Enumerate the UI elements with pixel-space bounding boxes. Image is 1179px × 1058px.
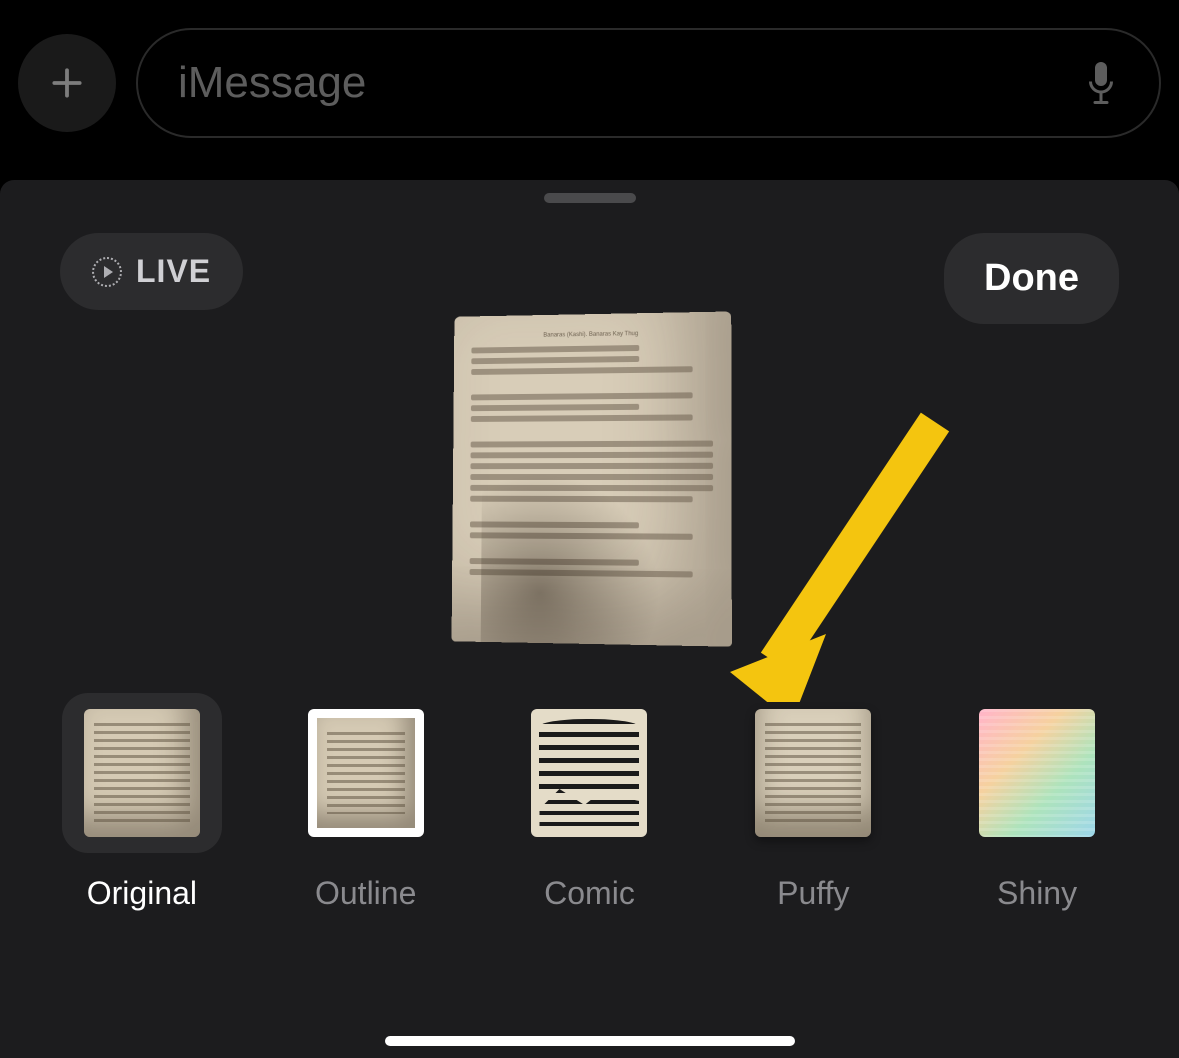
effect-shiny[interactable]: Shiny (957, 693, 1117, 912)
sticker-preview-area: Banaras (Kashi). Banaras Kay Thug (0, 313, 1179, 693)
message-field-wrap (136, 28, 1161, 138)
effect-label-original: Original (87, 875, 197, 912)
sticker-editor-sheet: LIVE Done Banaras (Kashi). Banaras Kay T… (0, 180, 1179, 1058)
live-photo-icon (92, 257, 122, 287)
done-button[interactable]: Done (944, 233, 1119, 324)
effect-label-comic: Comic (544, 875, 635, 912)
effects-row: Original Outline Comic Puffy Shiny (0, 693, 1179, 912)
effect-thumb-comic (509, 693, 669, 853)
effect-label-outline: Outline (315, 875, 416, 912)
message-input[interactable] (178, 58, 1083, 108)
live-label: LIVE (136, 253, 211, 290)
effect-puffy[interactable]: Puffy (733, 693, 893, 912)
effect-thumb-outline (286, 693, 446, 853)
plus-icon (48, 64, 86, 102)
effect-outline[interactable]: Outline (286, 693, 446, 912)
home-indicator[interactable] (385, 1036, 795, 1046)
effect-label-puffy: Puffy (777, 875, 849, 912)
effect-thumb-puffy (733, 693, 893, 853)
effect-original[interactable]: Original (62, 693, 222, 912)
effect-thumb-shiny (957, 693, 1117, 853)
effect-label-shiny: Shiny (997, 875, 1077, 912)
sheet-grabber[interactable] (544, 193, 636, 203)
effect-thumb-original (62, 693, 222, 853)
microphone-icon[interactable] (1083, 59, 1119, 107)
sticker-preview[interactable]: Banaras (Kashi). Banaras Kay Thug (451, 311, 731, 646)
effect-comic[interactable]: Comic (509, 693, 669, 912)
live-photo-toggle[interactable]: LIVE (60, 233, 243, 310)
done-label: Done (984, 257, 1079, 299)
sheet-header: LIVE Done (0, 203, 1179, 313)
add-button[interactable] (18, 34, 116, 132)
compose-bar (0, 0, 1179, 166)
